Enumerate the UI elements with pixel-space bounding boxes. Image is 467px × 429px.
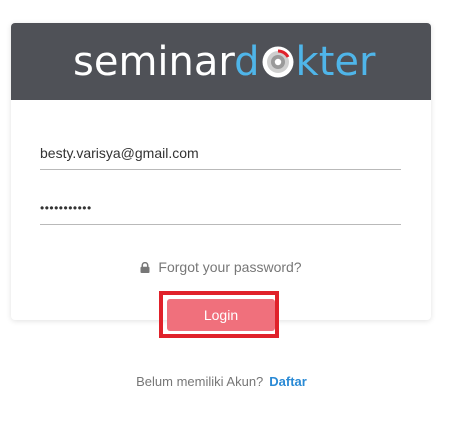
logo-text-seminar: seminar	[73, 39, 235, 85]
email-input[interactable]	[40, 136, 401, 169]
email-field[interactable]	[40, 136, 401, 170]
login-card: seminardkter ••••••••••• Forgot your pas…	[11, 23, 431, 320]
signup-row: Belum memiliki Akun? Daftar	[0, 374, 443, 389]
lock-icon	[140, 260, 150, 276]
seminardokter-logo: seminard kter	[73, 37, 375, 87]
forgot-password-row: Forgot your password?	[11, 259, 431, 276]
password-input[interactable]	[40, 191, 401, 224]
logo-text-kter: kter	[295, 39, 376, 85]
password-field[interactable]: •••••••••••	[40, 191, 401, 225]
card-header: seminard kter	[11, 23, 431, 100]
logo-text-d: d	[234, 39, 260, 85]
signup-prompt: Belum memiliki Akun?	[136, 374, 264, 389]
disc-icon	[261, 41, 295, 78]
signup-link[interactable]: Daftar	[269, 374, 307, 389]
login-button[interactable]: Login	[167, 299, 275, 331]
forgot-password-link[interactable]: Forgot your password?	[158, 259, 301, 275]
